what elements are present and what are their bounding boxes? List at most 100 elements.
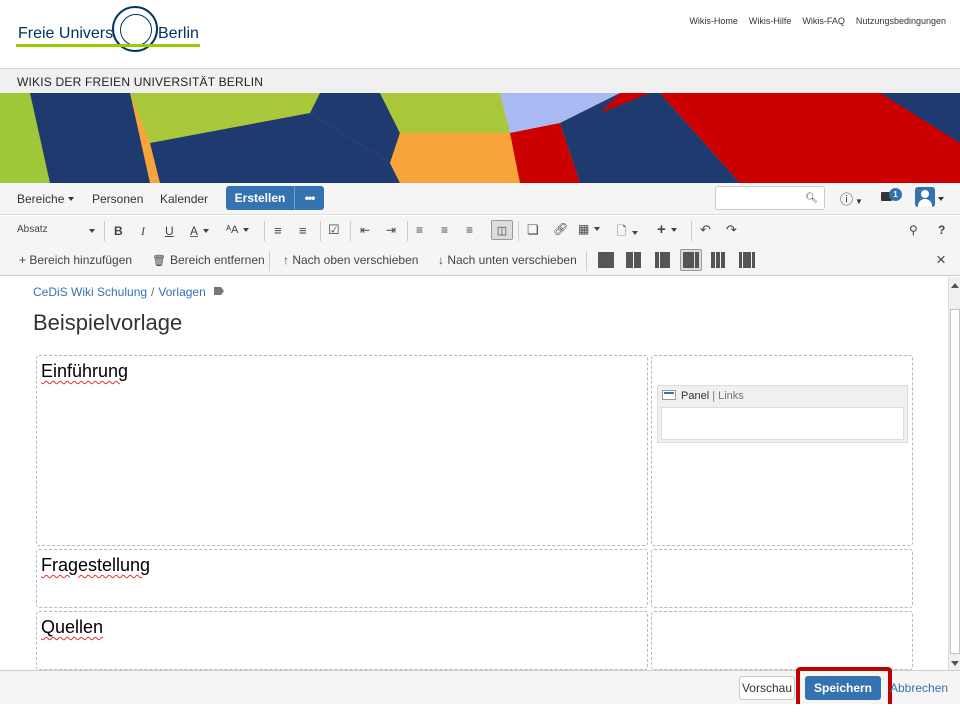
preview-button[interactable]: Vorschau (739, 676, 795, 700)
nav-spaces[interactable]: Bereiche (17, 192, 75, 206)
underline-button[interactable]: U (165, 224, 174, 238)
bold-button[interactable]: B (114, 224, 123, 238)
close-layout-toolbar-icon[interactable]: × (936, 250, 946, 270)
link-wikis-help[interactable]: Wikis-Hilfe (749, 16, 792, 26)
toolbar-divider (264, 221, 265, 241)
link-wikis-faq[interactable]: Wikis-FAQ (802, 16, 845, 26)
toolbar-divider (104, 221, 105, 241)
toolbar-divider (350, 221, 351, 241)
chevron-down-icon[interactable] (938, 197, 944, 201)
more-formatting-button[interactable]: ᴬA (226, 224, 250, 236)
layout-three-columns-icon[interactable] (711, 252, 727, 268)
insert-table-icon[interactable]: ▦ (578, 222, 601, 236)
chevron-down-icon (243, 228, 250, 232)
move-up-button[interactable]: ↑ Nach oben verschieben (283, 253, 418, 267)
toolbar-divider (586, 251, 587, 271)
chevron-down-icon (670, 227, 677, 232)
section-heading-intro[interactable]: Einführung (41, 361, 128, 382)
notifications-button[interactable]: 1 (880, 188, 902, 208)
help-menu-button[interactable]: ⓘ ▼ (840, 189, 863, 208)
breadcrumb-item-space[interactable]: CeDiS Wiki Schulung (33, 285, 147, 299)
scrollbar-thumb[interactable] (950, 309, 960, 654)
numbered-list-icon[interactable]: ≡ (299, 223, 307, 238)
fu-berlin-logo[interactable]: Freie Universität Berlin (16, 6, 202, 60)
create-more-button[interactable]: ••• (294, 186, 324, 210)
align-left-icon[interactable]: ≡ (416, 223, 423, 237)
layout-two-columns-icon[interactable] (626, 252, 642, 268)
chevron-down-icon (594, 227, 601, 231)
editor-toolbar-layout: + Bereich hinzufügen 🗑︎ Bereich entfernen… (0, 246, 960, 276)
layout-block (598, 252, 614, 268)
panel-macro-name: Panel (681, 390, 710, 402)
chevron-down-icon: ▼ (855, 197, 863, 206)
editor-content[interactable]: CeDiS Wiki Schulung / Vorlagen Beispielvor… (0, 277, 948, 670)
indent-icon[interactable]: ⇥ (386, 223, 396, 237)
align-center-icon[interactable]: ≡ (441, 223, 448, 237)
italic-button[interactable]: I (141, 224, 145, 239)
bullet-list-icon[interactable]: ≡ (274, 223, 282, 238)
outdent-icon[interactable]: ⇤ (360, 223, 370, 237)
page-template-icon[interactable]: 🗋︎ (617, 222, 638, 243)
section-cell-question[interactable]: Fragestellung (36, 549, 648, 608)
section-cell-intro[interactable]: Einführung (36, 355, 648, 546)
section-heading-question[interactable]: Fragestellung (41, 555, 150, 576)
chevron-down-icon (631, 230, 638, 235)
insert-link-icon[interactable]: 🔗︎ (553, 222, 568, 236)
paragraph-style-select[interactable]: Absatz (17, 224, 48, 235)
toolbar-divider (269, 251, 270, 271)
remove-section-button[interactable]: 🗑︎ Bereich entfernen (152, 253, 265, 267)
layout-right-sidebar-icon[interactable] (680, 249, 702, 271)
layout-left-sidebar-icon[interactable] (655, 252, 671, 268)
find-replace-icon[interactable]: ⚲ (909, 223, 918, 237)
breadcrumb-item-templates[interactable]: Vorlagen (158, 285, 205, 299)
save-button[interactable]: Speichern (805, 676, 881, 700)
search-input[interactable]: 🔍︎ (715, 186, 825, 210)
toolbar-divider (320, 221, 321, 241)
banner-image (0, 93, 960, 183)
layout-three-columns-sidebars-icon[interactable] (739, 252, 755, 268)
section-heading-sources[interactable]: Quellen (41, 617, 103, 638)
layout-single-column-icon[interactable] (598, 252, 614, 268)
panel-macro[interactable]: Panel | Links (657, 385, 908, 443)
section-cell-sources-sidebar[interactable] (651, 611, 913, 670)
scroll-up-icon[interactable] (951, 283, 959, 288)
editor-help-icon[interactable]: ? (938, 223, 945, 237)
paragraph-style-label: Absatz (17, 224, 48, 235)
cancel-button[interactable]: Abbrechen (890, 681, 948, 695)
section-cell-intro-sidebar[interactable]: Panel | Links (651, 355, 913, 546)
nav-calendar[interactable]: Kalender (160, 192, 208, 206)
logo-word-right: Berlin (158, 25, 199, 42)
trash-icon: 🗑︎ (152, 254, 166, 267)
create-button[interactable]: Erstellen (226, 186, 294, 210)
insert-image-icon[interactable]: ❏ (527, 222, 539, 238)
label-tag-icon[interactable] (214, 287, 224, 295)
scroll-down-icon[interactable] (951, 661, 959, 666)
task-list-icon[interactable]: ☑ (328, 222, 340, 238)
layout-block (683, 252, 694, 268)
undo-icon[interactable]: ↶ (700, 222, 711, 238)
layout-block (660, 252, 670, 268)
insert-more-icon[interactable]: + (657, 221, 677, 238)
user-avatar[interactable] (915, 187, 935, 207)
panel-macro-separator: | (712, 390, 716, 402)
link-wikis-home[interactable]: Wikis-Home (689, 16, 738, 26)
logo-underline (16, 44, 200, 47)
page-layout-icon[interactable]: ◫ (491, 220, 513, 240)
panel-macro-body[interactable] (661, 407, 904, 440)
text-color-button[interactable]: A (190, 224, 210, 238)
bottom-strip (0, 704, 960, 720)
nav-people[interactable]: Personen (92, 192, 143, 206)
move-down-button[interactable]: ↓ Nach unten verschieben (438, 253, 577, 267)
toolbar-divider (518, 221, 519, 241)
editor-scrollbar[interactable] (948, 277, 960, 670)
add-section-button[interactable]: + Bereich hinzufügen (19, 253, 132, 267)
page-title[interactable]: Beispielvorlage (33, 310, 182, 336)
redo-icon[interactable]: ↷ (726, 222, 737, 238)
paragraph-style-caret[interactable] (84, 229, 95, 233)
remove-section-label: Bereich entfernen (169, 253, 265, 267)
align-right-icon[interactable]: ≡ (466, 223, 473, 237)
section-cell-sources[interactable]: Quellen (36, 611, 648, 670)
toolbar-divider (407, 221, 408, 241)
section-cell-question-sidebar[interactable] (651, 549, 913, 608)
link-terms-of-use[interactable]: Nutzungsbedingungen (856, 16, 946, 26)
